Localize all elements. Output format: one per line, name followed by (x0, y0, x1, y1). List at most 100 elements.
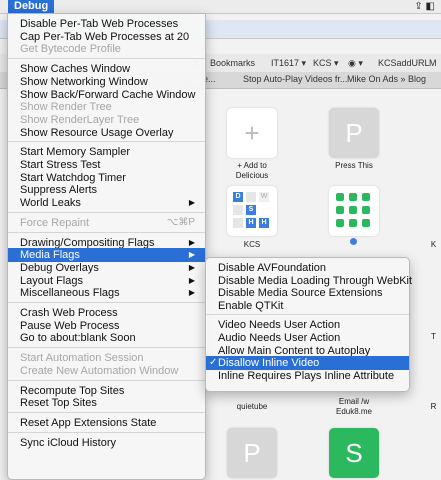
menu-item-label: Suppress Alerts (20, 184, 98, 197)
menu-item-label: Start Watchdog Timer (20, 171, 126, 184)
menu-item-label: Force Repaint (20, 216, 90, 229)
add-favorite-tile[interactable]: + (227, 108, 277, 158)
favicon-dot (350, 238, 357, 245)
green-dot (362, 193, 370, 201)
menu-item-label: Start Stress Test (20, 159, 101, 171)
green-dot (349, 206, 357, 214)
menu-item-label: Reset Top Sites (20, 397, 97, 410)
menu-item-label: Drawing/Compositing Flags (20, 236, 155, 249)
menu-item-label: Disable Per-Tab Web Processes (20, 18, 179, 30)
tile-label-press: Press This (335, 161, 373, 170)
menu-item-miscellaneous-flags[interactable]: Miscellaneous Flags ▶ (8, 286, 205, 300)
bookmark-item[interactable]: KCSaddURL (378, 58, 430, 68)
kcs-grid-cell: H (246, 218, 256, 228)
green-dots-tile[interactable] (329, 186, 379, 236)
browser-tab[interactable]: Stop Auto-Play Videos fr... (243, 74, 347, 84)
green-dot (336, 193, 344, 201)
media-flags-submenu: Disable AVFoundation Disable Media Loadin… (205, 257, 413, 392)
menu-item-label: Start Automation Session (20, 352, 144, 365)
kcs-grid-cell: S (246, 205, 256, 215)
menu-item-label: Audio Needs User Action (218, 332, 341, 344)
menu-separator (8, 302, 205, 303)
menu-item-label: Allow Main Content to Autoplay (218, 344, 371, 357)
tile-label-kcs: KCS (243, 240, 261, 249)
menu-separator (8, 347, 205, 349)
green-dot (362, 206, 370, 214)
menu-separator (8, 411, 205, 413)
tile-letter: P (243, 438, 261, 468)
menu-item-label: Sync iCloud History (20, 436, 116, 449)
menu-item-world-leaks[interactable]: World Leaks ▶ (8, 196, 205, 210)
menu-separator (8, 231, 205, 233)
green-dot (349, 219, 357, 227)
menu-item-label: Show RenderLayer Tree (20, 113, 140, 126)
bookmark-item[interactable]: IT1617 ▾ (271, 58, 306, 69)
menu-item-label: Video Needs User Action (218, 319, 341, 332)
bookmark-item[interactable]: ◉ ▾ (348, 58, 363, 69)
menu-separator (8, 141, 205, 143)
menu-item-label: Show Render Tree (20, 101, 112, 114)
tile-label-email: Email /w Eduk8.me (335, 397, 373, 416)
kcs-grid-cell (233, 218, 243, 228)
menu-item-label: Reset App Extensions State (20, 416, 157, 429)
kcs-grid-cell: D (233, 192, 243, 202)
kcs-tile[interactable]: DSHH W (227, 186, 277, 236)
green-dot (336, 206, 344, 214)
menu-item-reset-top-sites[interactable]: Reset Top Sites (8, 396, 205, 410)
green-dot (336, 219, 344, 227)
shortcut-label: ⌥⌘P (166, 216, 195, 228)
menu-item-go-to-about-blank-soon[interactable]: Go to about:blank Soon (8, 331, 205, 345)
menu-separator (8, 379, 205, 381)
menu-item-label: Show Networking Window (20, 75, 148, 88)
p-tile[interactable]: P (227, 428, 277, 478)
menu-item-label: Cap Per-Tab Web Processes at 20 (20, 30, 190, 43)
kcs-grid-cell: W (259, 192, 269, 202)
kcs-grid-cell: H (259, 218, 269, 228)
menu-item-get-bytecode-profile: Get Bytecode Profile (8, 42, 205, 56)
menu-item-label: Disable Media Loading Through WebKit (218, 274, 413, 287)
kcs-grid-cell (246, 192, 256, 202)
menu-item-label: Disable Media Source Extensions (218, 287, 383, 300)
bookmark-item[interactable]: KCS ▾ (313, 58, 339, 69)
submenu-arrow-icon: ▶ (188, 198, 195, 208)
menu-separator (8, 431, 205, 433)
bookmark-item[interactable]: Bookmarks (210, 58, 255, 68)
debug-menu: Disable Per-Tab Web Processes Cap Per-Tab… (7, 13, 206, 480)
browser-tab[interactable]: Mike On Ads » Blog (347, 74, 426, 84)
menu-item-label: Recompute Top Sites (20, 384, 125, 397)
menu-item-enable-qtkit[interactable]: Enable QTKit (206, 299, 409, 313)
tile-label-r: R (430, 402, 437, 411)
menu-item-label: Show Caches Window (20, 63, 131, 76)
bookmark-item[interactable]: M (429, 58, 437, 68)
menu-item-label: Debug Overlays (20, 261, 99, 274)
s-tile[interactable]: S (329, 428, 379, 478)
menu-separator (8, 58, 205, 60)
menu-item-label: Disallow Inline Video (218, 357, 320, 370)
menu-item-label: Disable AVFoundation (218, 262, 327, 274)
dots-grid-icon (335, 192, 373, 230)
menu-item-create-new-automation-window: Create New Automation Window (8, 364, 205, 378)
menu-item-sync-icloud-history[interactable]: Sync iCloud History (8, 436, 205, 450)
tile-label-quietube: quietube (236, 402, 268, 411)
tile-label-k: K (430, 240, 437, 249)
tile-letter: P (345, 118, 363, 148)
submenu-arrow-icon: ▶ (188, 288, 195, 298)
menu-item-label: Crash Web Process (20, 307, 118, 319)
menu-item-label: Layout Flags (20, 274, 83, 287)
menu-separator (8, 211, 205, 213)
kcs-grid-cell (233, 205, 243, 215)
menu-item-label: Show Back/Forward Cache Window (20, 88, 196, 101)
menu-item-label: Show Resource Usage Overlay (20, 126, 174, 139)
green-dot (362, 219, 370, 227)
press-this-tile[interactable]: P (329, 108, 379, 158)
menubar-status-icons[interactable]: ⇪ ◧ (414, 0, 435, 13)
debug-menu-title[interactable]: Debug (8, 0, 55, 13)
menu-item-reset-app-extensions-state[interactable]: Reset App Extensions State (8, 416, 205, 430)
menu-item-label: Inline Requires Plays Inline Attribute (218, 369, 395, 382)
menu-item-label: Miscellaneous Flags (20, 287, 120, 300)
menu-item-label: Pause Web Process (20, 319, 120, 332)
tile-letter: S (345, 438, 363, 468)
menu-item-inline-requires-plays-inline-attribute[interactable]: Inline Requires Plays Inline Attribute (206, 369, 409, 383)
menu-item-show-resource-usage-overlay[interactable]: Show Resource Usage Overlay (8, 126, 205, 140)
menu-item-label: Enable QTKit (218, 299, 284, 312)
